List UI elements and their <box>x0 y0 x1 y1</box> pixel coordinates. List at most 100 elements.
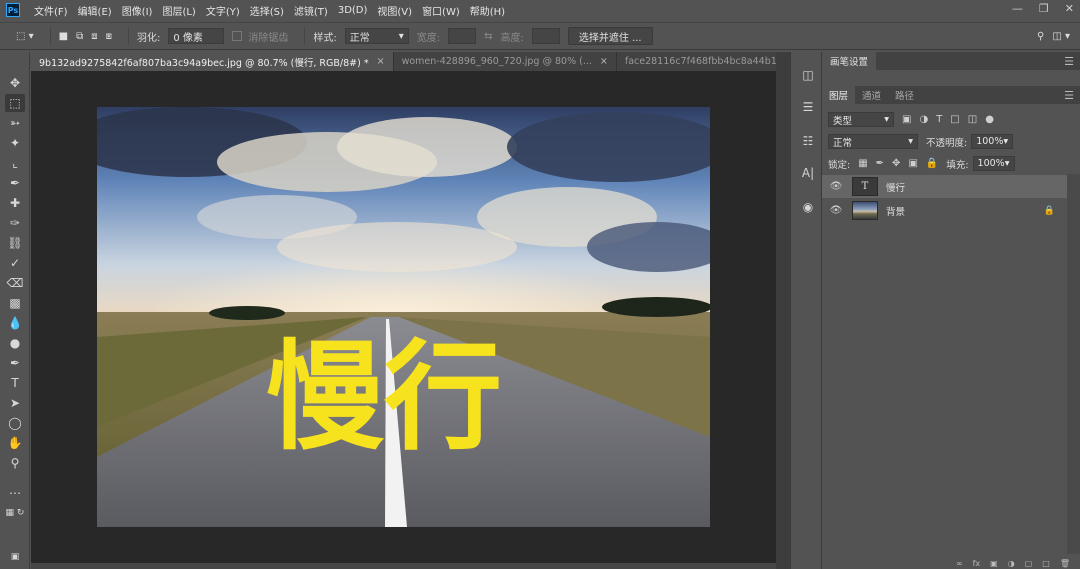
healing-brush-tool-icon[interactable]: ✚ <box>5 194 25 212</box>
character-panel-icon[interactable]: A| <box>799 164 817 182</box>
move-tool-icon[interactable]: ✥ <box>5 74 25 92</box>
menu-image[interactable]: 图像(I) <box>122 3 153 18</box>
menu-edit[interactable]: 编辑(E) <box>78 3 112 18</box>
history-panel-icon[interactable]: ◫ <box>799 66 817 84</box>
link-layers-icon[interactable]: ∞ <box>956 559 963 569</box>
filter-shape-icon[interactable]: □ <box>950 114 959 125</box>
filter-type-icon[interactable]: T <box>936 114 942 125</box>
more-tools-icon[interactable]: ⋯ <box>5 484 25 502</box>
brush-tool-icon[interactable]: ✑ <box>5 214 25 232</box>
menu-3d[interactable]: 3D(D) <box>338 5 368 16</box>
properties-panel-icon[interactable]: ☷ <box>799 132 817 150</box>
style-label: 样式: <box>313 32 337 44</box>
lasso-tool-icon[interactable]: ➳ <box>5 114 25 132</box>
style-select[interactable]: 正常 ▾ <box>344 28 409 44</box>
lock-position-icon[interactable]: ✥ <box>892 158 900 169</box>
libraries-panel-icon[interactable]: ◉ <box>799 198 817 216</box>
layer-row-text[interactable]: 👁 T 慢行 <box>822 175 1067 198</box>
panel-divider[interactable] <box>776 52 790 569</box>
gradient-tool-icon[interactable]: ▩ <box>5 294 25 312</box>
layer-row-background[interactable]: 👁 背景 🔒 <box>822 199 1067 222</box>
type-tool-icon[interactable]: T <box>5 374 25 392</box>
tab-layers[interactable]: 图层 <box>822 86 856 104</box>
filter-pixel-icon[interactable]: ▣ <box>902 114 911 125</box>
filter-toggle-icon[interactable]: ● <box>985 114 994 125</box>
subtract-selection-icon[interactable]: ⧈ <box>91 31 97 42</box>
menu-window[interactable]: 窗口(W) <box>422 3 460 18</box>
close-icon[interactable]: × <box>600 56 608 67</box>
restore-icon[interactable]: ❐ <box>1039 2 1049 15</box>
eraser-tool-icon[interactable]: ⌫ <box>5 274 25 292</box>
eyedropper-tool-icon[interactable]: ✒ <box>5 174 25 192</box>
lock-artboard-icon[interactable]: ▣ <box>908 158 917 169</box>
visibility-eye-icon[interactable]: 👁 <box>828 181 844 192</box>
menu-type[interactable]: 文字(Y) <box>206 3 240 18</box>
menu-filter[interactable]: 滤镜(T) <box>294 3 328 18</box>
filter-kind-select[interactable]: 类型 ▾ <box>828 112 894 127</box>
new-group-icon[interactable]: ▢ <box>1025 559 1033 569</box>
layer-name[interactable]: 慢行 <box>886 180 905 194</box>
menu-select[interactable]: 选择(S) <box>250 3 284 18</box>
close-icon[interactable]: ✕ <box>1065 2 1074 15</box>
filter-smart-object-icon[interactable]: ◫ <box>968 114 977 125</box>
workspace-icon[interactable]: ◫ ▾ <box>1052 31 1070 42</box>
canvas-text-layer[interactable]: 慢行 <box>266 338 502 456</box>
brush-settings-title[interactable]: 画笔设置 <box>822 52 877 70</box>
new-selection-icon[interactable]: ■ <box>59 31 68 42</box>
lock-transparent-icon[interactable]: ▦ <box>858 158 867 169</box>
tab-paths[interactable]: 路径 <box>888 86 921 104</box>
add-selection-icon[interactable]: ⧉ <box>76 31 83 42</box>
swap-icon[interactable]: ⇆ <box>484 31 492 42</box>
fill-input[interactable]: 100% ▾ <box>972 156 1015 171</box>
panel-menu-icon[interactable]: ☰ <box>1064 55 1074 68</box>
ellipse-tool-icon[interactable]: ◯ <box>5 414 25 432</box>
menu-help[interactable]: 帮助(H) <box>470 3 505 18</box>
zoom-tool-icon[interactable]: ⚲ <box>5 454 25 472</box>
blur-tool-icon[interactable]: 💧 <box>5 314 25 332</box>
new-layer-icon[interactable]: □ <box>1042 559 1050 569</box>
history-brush-tool-icon[interactable]: ✓ <box>5 254 25 272</box>
width-input[interactable] <box>448 28 477 44</box>
options-bar: ⬚ ▾ ■ ⧉ ⧈ ⧆ 羽化: 0 像素 消除锯齿 样式: 正常 ▾ 宽度: ⇆ … <box>0 22 1080 50</box>
visibility-eye-icon[interactable]: 👁 <box>828 205 844 216</box>
lock-all-icon[interactable]: 🔒 <box>926 158 938 169</box>
layer-name[interactable]: 背景 <box>886 204 905 218</box>
marquee-preset-icon[interactable]: ⬚ ▾ <box>16 31 34 42</box>
layer-style-icon[interactable]: fx <box>973 559 981 569</box>
default-colors-icon[interactable]: ▦ ↻ <box>5 504 25 522</box>
blend-mode-select[interactable]: 正常 ▾ <box>828 134 918 149</box>
pen-tool-icon[interactable]: ✒ <box>5 354 25 372</box>
layers-scrollbar[interactable] <box>1067 174 1080 554</box>
panel-menu-icon[interactable]: ☰ <box>1064 89 1074 102</box>
menu-view[interactable]: 视图(V) <box>377 3 412 18</box>
tab-document-2[interactable]: women-428896_960_720.jpg @ 80% (... × <box>394 52 617 71</box>
crop-tool-icon[interactable]: ⌞ <box>5 154 25 172</box>
search-icon[interactable]: ⚲ <box>1037 31 1044 42</box>
menu-file[interactable]: 文件(F) <box>34 3 68 18</box>
add-mask-icon[interactable]: ▣ <box>990 559 998 569</box>
quick-select-tool-icon[interactable]: ✦ <box>5 134 25 152</box>
adjustments-panel-icon[interactable]: ☰ <box>799 98 817 116</box>
feather-label: 羽化: <box>137 32 161 44</box>
tab-document-1[interactable]: 9b132ad9275842f6af807ba3c94a9bec.jpg @ 8… <box>31 52 394 71</box>
clone-stamp-tool-icon[interactable]: ⛓ <box>5 234 25 252</box>
select-and-mask-button[interactable]: 选择并遮住 ... <box>567 27 653 45</box>
intersect-selection-icon[interactable]: ⧆ <box>106 31 112 42</box>
adjustment-layer-icon[interactable]: ◑ <box>1008 559 1015 569</box>
height-input[interactable] <box>531 28 560 44</box>
marquee-tool-icon[interactable]: ⬚ <box>5 94 25 112</box>
lock-image-icon[interactable]: ✒ <box>876 158 884 169</box>
opacity-input[interactable]: 100% ▾ <box>971 134 1014 149</box>
tab-channels[interactable]: 通道 <box>855 86 888 104</box>
minimize-icon[interactable]: — <box>1012 2 1023 15</box>
hand-tool-icon[interactable]: ✋ <box>5 434 25 452</box>
antialias-checkbox[interactable]: 消除锯齿 <box>232 29 288 44</box>
menu-layer[interactable]: 图层(L) <box>162 3 195 18</box>
delete-layer-icon[interactable]: 🗑 <box>1060 559 1070 569</box>
close-icon[interactable]: × <box>377 56 385 67</box>
path-select-tool-icon[interactable]: ➤ <box>5 394 25 412</box>
quick-mask-icon[interactable]: ▣ <box>5 548 25 566</box>
filter-adjustment-icon[interactable]: ◑ <box>919 114 928 125</box>
dodge-tool-icon[interactable]: ● <box>5 334 25 352</box>
feather-input[interactable]: 0 像素 <box>168 28 225 44</box>
